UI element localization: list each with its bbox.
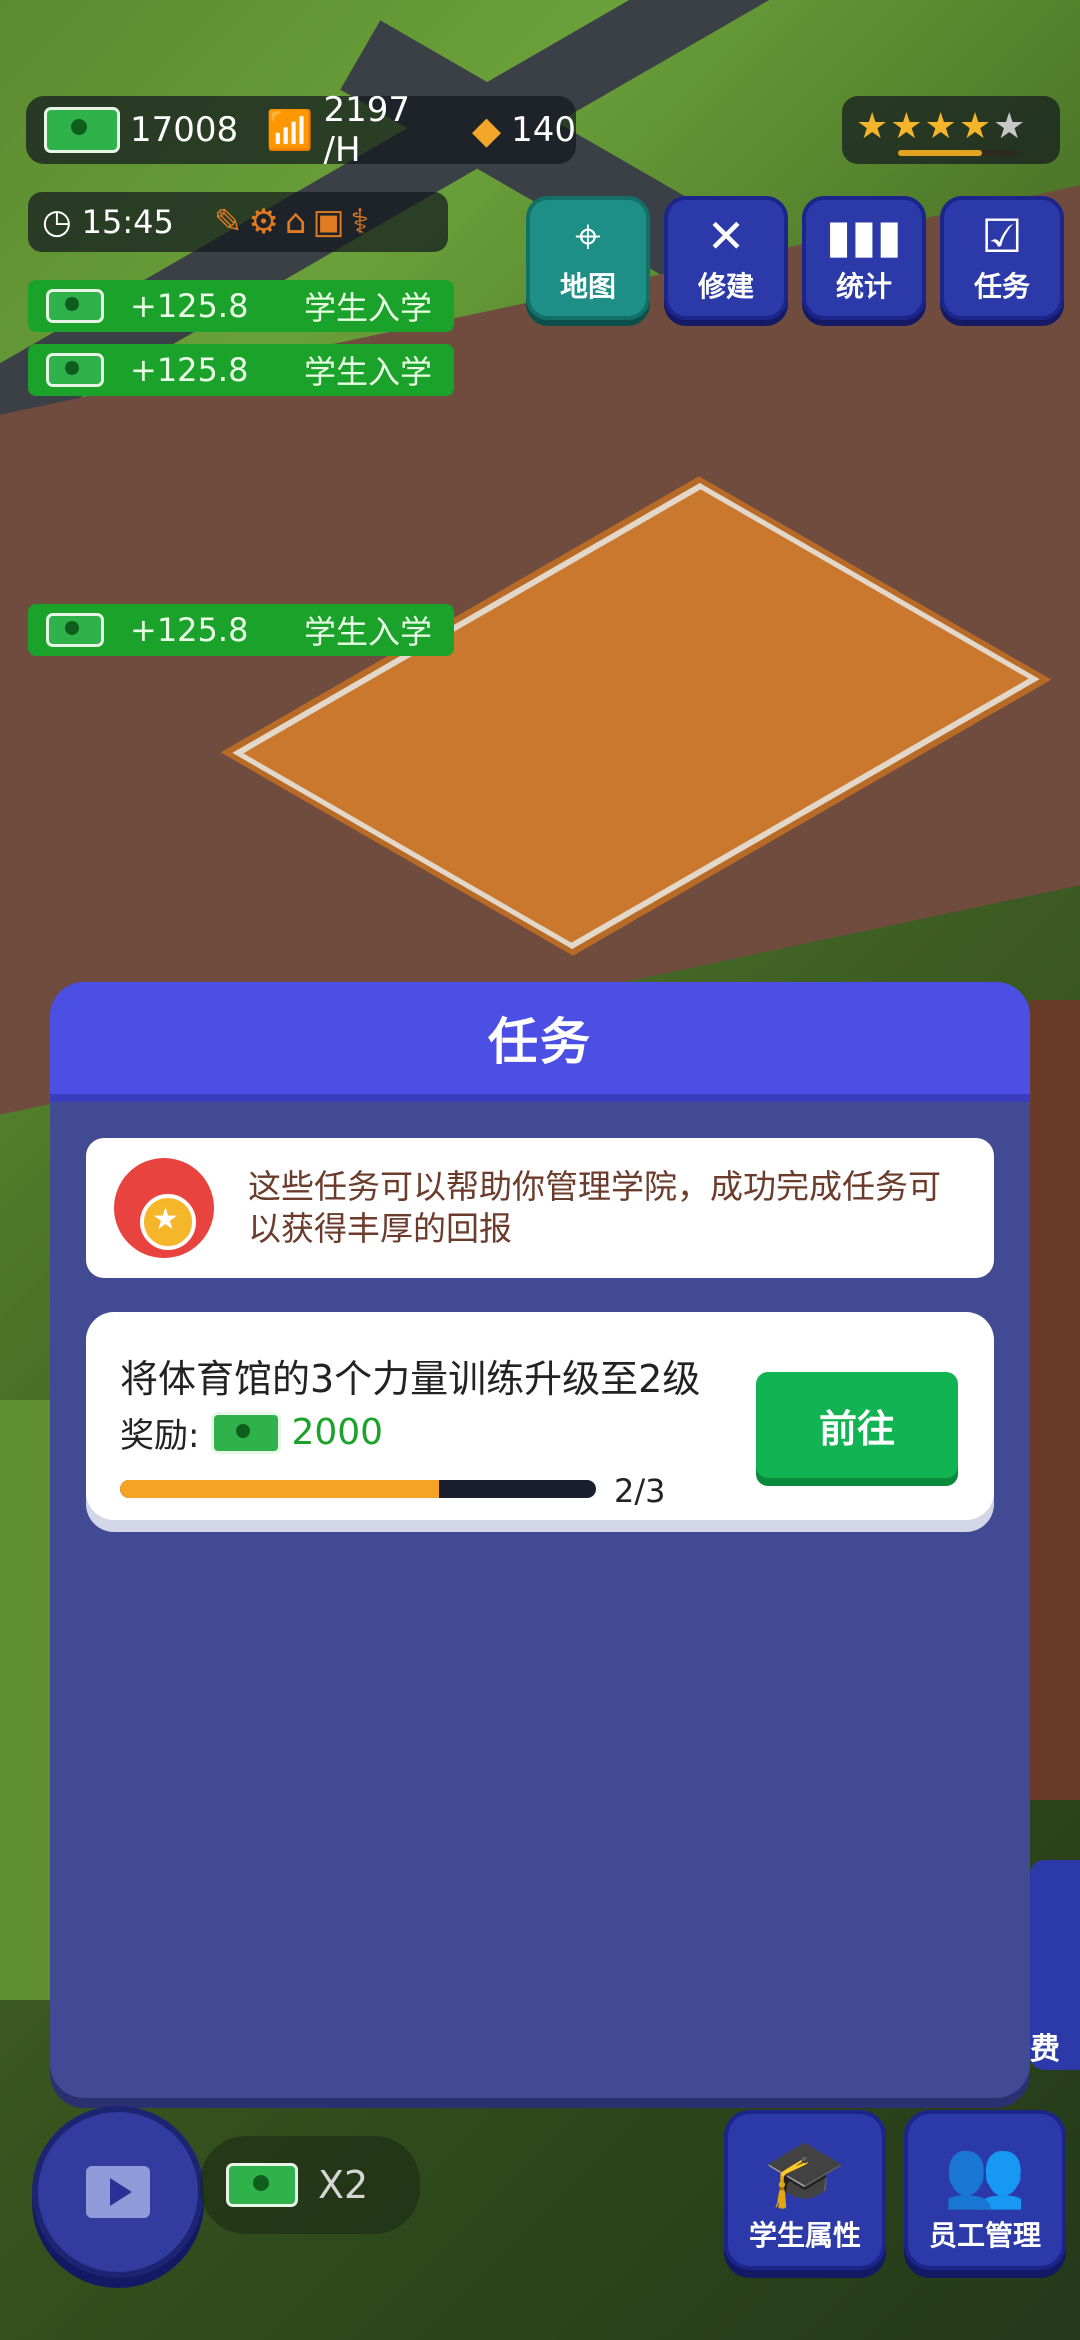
rating-progress xyxy=(898,150,1018,156)
cash-icon xyxy=(44,107,120,153)
income-amount: +125.8 xyxy=(130,351,249,389)
income-rate-value: 2197 /H xyxy=(323,90,411,170)
game-time: 15:45 xyxy=(81,203,174,241)
growth-chart-icon: 📶 xyxy=(266,107,314,152)
reward-value: 2000 xyxy=(291,1412,384,1453)
map-button[interactable]: ⌖ 地图 xyxy=(526,196,650,320)
income-reason: 学生入学 xyxy=(303,353,432,391)
facility-icons: ✎⚙⌂▣⚕ xyxy=(213,202,375,242)
income-toast: +125.8 学生入学 xyxy=(28,344,454,396)
info-box: 这些任务可以帮助你管理学院，成功完成任务可以获得丰厚的回报 xyxy=(86,1138,994,1278)
clock-icon: ◷ xyxy=(42,202,72,242)
double-income-button[interactable]: X2 xyxy=(200,2136,420,2234)
student-button-label: 学生属性 xyxy=(748,2219,861,2252)
task-title: 将体育馆的3个力量训练升级至2级 xyxy=(120,1357,701,1401)
panel-title: 任务 xyxy=(488,1013,592,1071)
diamond-icon: ◆ xyxy=(471,108,502,152)
build-label: 修建 xyxy=(697,270,754,303)
side-button-label: 费 xyxy=(1030,2032,1060,2067)
time-bar: ◷ 15:45 ✎⚙⌂▣⚕ xyxy=(28,192,448,252)
task-progress-bar xyxy=(120,1480,596,1498)
staff-group-icon: 👥 xyxy=(943,2135,1027,2212)
staff-button-label: 员工管理 xyxy=(928,2219,1041,2252)
resource-bar: 17008 📶 2197 /H ◆ 140 xyxy=(26,90,576,170)
multiplier-label: X2 xyxy=(318,2163,369,2207)
task-progress-text: 2/3 xyxy=(614,1472,666,1510)
build-button[interactable]: ✕ 修建 xyxy=(664,196,788,320)
map-label: 地图 xyxy=(559,270,616,303)
task-label: 任务 xyxy=(973,270,1030,303)
income-reason: 学生入学 xyxy=(303,289,432,327)
income-toast: +125.8 学生入学 xyxy=(28,604,454,656)
staff-management-button[interactable]: 👥 员工管理 xyxy=(904,2110,1066,2270)
watch-video-button[interactable] xyxy=(32,2106,204,2278)
map-icon: ⌖ xyxy=(575,209,601,263)
income-amount: +125.8 xyxy=(130,287,249,325)
income-rate-display: 📶 2197 /H xyxy=(256,90,444,170)
task-card: 将体育馆的3个力量训练升级至2级 奖励: 2000 2/3 前往 xyxy=(86,1312,994,1520)
task-panel: 任务 这些任务可以帮助你管理学院，成功完成任务可以获得丰厚的回报 将体育馆的3个… xyxy=(50,982,1030,2098)
stats-button[interactable]: ▮▮▮ 统计 xyxy=(802,196,926,320)
task-reward: 奖励: 2000 xyxy=(120,1408,383,1457)
gems-value: 140 xyxy=(511,110,576,150)
stats-icon: ▮▮▮ xyxy=(826,209,902,263)
cash-icon xyxy=(46,613,104,647)
star-icons: ★★★★★ xyxy=(856,106,1028,147)
graduate-icon: 🎓 xyxy=(763,2135,847,2212)
task-button[interactable]: ☑ 任务 xyxy=(940,196,1064,320)
rating-stars[interactable]: ★★★★★ xyxy=(842,96,1060,164)
stats-label: 统计 xyxy=(835,270,892,303)
panel-header: 任务 xyxy=(50,982,1030,1102)
task-progress-fill xyxy=(120,1480,439,1498)
cash-icon xyxy=(211,1411,282,1454)
medal-icon xyxy=(114,1158,214,1258)
income-toast: +125.8 学生入学 xyxy=(28,280,454,332)
student-attributes-button[interactable]: 🎓 学生属性 xyxy=(724,2110,886,2270)
income-reason: 学生入学 xyxy=(303,613,432,651)
task-icon: ☑ xyxy=(981,209,1023,263)
go-button[interactable]: 前往 xyxy=(756,1372,958,1478)
cash-icon xyxy=(46,289,104,323)
video-play-icon xyxy=(86,2166,150,2218)
gems-display: ◆ 140 xyxy=(462,108,576,152)
cash-icon xyxy=(226,2163,298,2207)
build-icon: ✕ xyxy=(706,209,746,263)
money-display: 17008 xyxy=(44,107,238,153)
reward-label: 奖励: xyxy=(120,1416,200,1456)
cash-icon xyxy=(46,353,104,387)
money-value: 17008 xyxy=(130,110,239,150)
info-text: 这些任务可以帮助你管理学院，成功完成任务可以获得丰厚的回报 xyxy=(248,1167,941,1248)
income-amount: +125.8 xyxy=(130,611,249,649)
building-edge xyxy=(1030,1000,1080,1800)
